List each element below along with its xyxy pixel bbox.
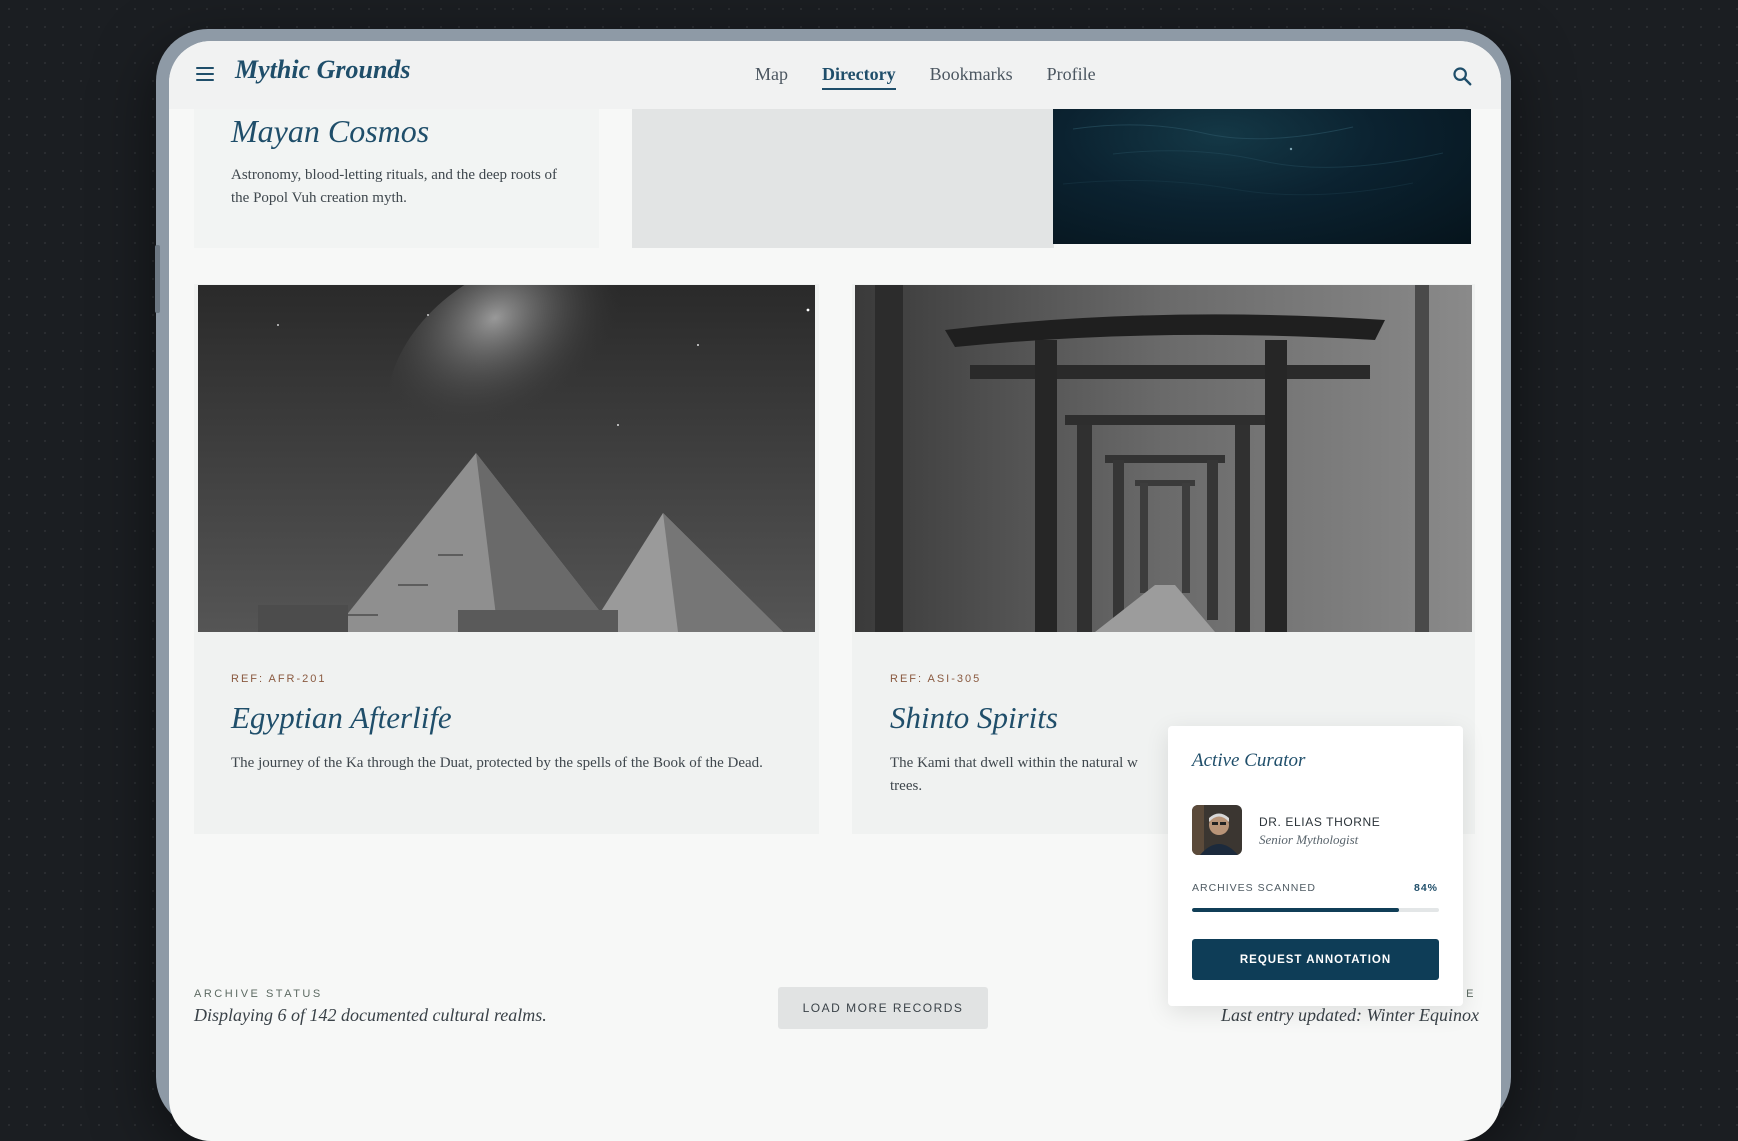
mayan-card-title[interactable]: Mayan Cosmos bbox=[231, 113, 429, 150]
nav-directory[interactable]: Directory bbox=[822, 64, 896, 90]
curator-role: Senior Mythologist bbox=[1259, 832, 1359, 847]
egyptian-card-title[interactable]: Egyptian Afterlife bbox=[231, 700, 452, 736]
nav-profile[interactable]: Profile bbox=[1047, 64, 1096, 90]
image-placeholder bbox=[632, 109, 1054, 248]
brand-logo[interactable]: Mythic Grounds bbox=[235, 55, 411, 85]
water-ripples bbox=[1062, 124, 1444, 196]
last-update-label: E bbox=[1466, 988, 1476, 1000]
last-update-text: Last entry updated: Winter Equinox bbox=[1221, 1005, 1479, 1025]
curator-name: DR. ELIAS THORNE bbox=[1259, 815, 1381, 829]
request-annotation-button[interactable]: REQUEST ANNOTATION bbox=[1192, 939, 1439, 980]
egyptian-card-description: The journey of the Ka through the Duat, … bbox=[231, 755, 763, 771]
egyptian-card-ref: REF: AFR-201 bbox=[231, 673, 327, 685]
archives-progress-fill bbox=[1192, 908, 1400, 912]
dark-water-image[interactable] bbox=[1053, 109, 1471, 244]
device-side-button bbox=[155, 245, 160, 313]
mayan-card-description: Astronomy, blood-letting rituals, and th… bbox=[231, 167, 558, 206]
torii-gates-image[interactable] bbox=[855, 285, 1472, 632]
archives-progress-bar bbox=[1192, 908, 1439, 912]
search-icon[interactable] bbox=[1451, 65, 1473, 87]
nav-bookmarks[interactable]: Bookmarks bbox=[930, 64, 1013, 90]
curator-panel-title: Active Curator bbox=[1192, 750, 1306, 771]
app-screen: Mythic Grounds Map Directory Bookmarks P… bbox=[169, 41, 1501, 1141]
curator-avatar-icon bbox=[1192, 805, 1242, 855]
menu-icon[interactable] bbox=[196, 67, 214, 81]
archives-scanned-value: 84% bbox=[1413, 882, 1438, 894]
archive-status-text: Displaying 6 of 142 documented cultural … bbox=[194, 1005, 547, 1025]
active-curator-panel: Active Curator DR. ELIAS THORNE Senior M… bbox=[1168, 726, 1463, 1006]
shinto-card-title[interactable]: Shinto Spirits bbox=[890, 700, 1058, 736]
torii-illustration bbox=[855, 285, 1472, 632]
nav-map[interactable]: Map bbox=[755, 64, 788, 90]
avatar[interactable] bbox=[1192, 805, 1242, 855]
main-nav: Map Directory Bookmarks Profile bbox=[755, 64, 1096, 90]
shinto-card-ref: REF: ASI-305 bbox=[890, 673, 982, 685]
load-more-button[interactable]: LOAD MORE RECORDS bbox=[778, 987, 988, 1029]
archives-scanned-label: ARCHIVES SCANNED bbox=[1192, 882, 1316, 894]
pyramids-illustration bbox=[198, 285, 815, 632]
archive-status-label: ARCHIVE STATUS bbox=[194, 988, 323, 1000]
top-bar: Mythic Grounds Map Directory Bookmarks P… bbox=[169, 41, 1501, 109]
pyramids-image[interactable] bbox=[198, 285, 815, 632]
